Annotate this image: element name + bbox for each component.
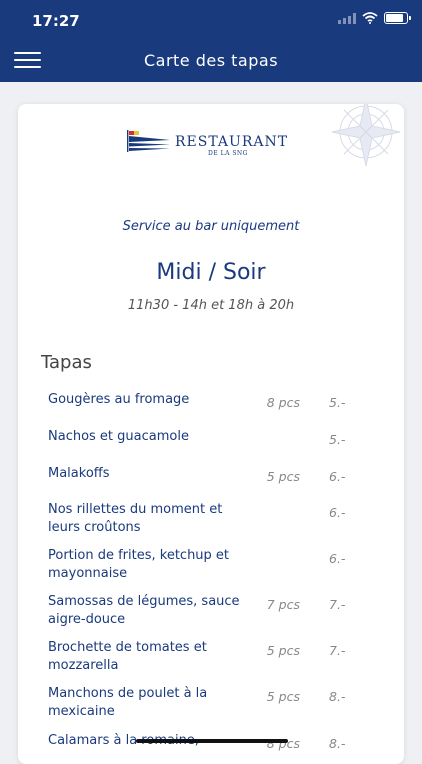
item-price: 8.- xyxy=(329,689,346,704)
item-name: Gougères au fromage xyxy=(48,392,190,407)
status-icons xyxy=(338,12,411,24)
item-name: Nos rillettes du moment et leurs croûton… xyxy=(48,502,223,535)
menu-card: RESTAURANT DE LA SNG Service au bar uniq… xyxy=(18,104,404,764)
hours-title: Midi / Soir xyxy=(156,260,266,285)
item-price: 6.- xyxy=(329,505,346,520)
item-quantity: 7 pcs xyxy=(266,597,300,612)
app-header: 17:27 Carte des tapas xyxy=(0,0,422,82)
item-name: Manchons de poulet à la mexicaine xyxy=(48,686,208,719)
item-price: 5.- xyxy=(329,432,346,447)
item-quantity: 5 pcs xyxy=(266,643,300,658)
item-price: 6.- xyxy=(329,551,346,566)
section-title: Tapas xyxy=(41,352,92,373)
item-name: Brochette de tomates et mozzarella xyxy=(48,640,207,673)
logo-subtitle: DE LA SNG xyxy=(208,150,248,157)
battery-icon xyxy=(384,12,411,24)
item-quantity: 5 pcs xyxy=(266,469,300,484)
item-price: 5.- xyxy=(329,395,346,410)
item-name: Portion de frites, ketchup et mayonnaise xyxy=(48,548,230,581)
item-price: 7.- xyxy=(329,643,346,658)
item-quantity: 5 pcs xyxy=(266,689,300,704)
service-note: Service au bar uniquement xyxy=(122,219,300,234)
wifi-icon xyxy=(362,12,378,24)
item-price: 8.- xyxy=(329,736,346,751)
item-price: 7.- xyxy=(329,597,346,612)
flag-logo-icon xyxy=(127,130,170,152)
status-time: 17:27 xyxy=(32,12,80,30)
compass-rose-icon xyxy=(331,104,401,167)
signal-icon xyxy=(338,12,356,24)
hours-time: 11h30 - 14h et 18h à 20h xyxy=(127,298,295,313)
restaurant-logo: RESTAURANT DE LA SNG xyxy=(126,130,296,158)
item-name: Nachos et guacamole xyxy=(48,429,189,444)
home-indicator[interactable] xyxy=(136,739,288,743)
page-title: Carte des tapas xyxy=(143,51,279,70)
item-name: Samossas de légumes, sauce aigre-douce xyxy=(48,594,240,627)
item-name: Malakoffs xyxy=(48,466,110,481)
item-price: 6.- xyxy=(329,469,346,484)
logo-name: RESTAURANT xyxy=(175,134,289,150)
item-quantity: 8 pcs xyxy=(266,395,300,410)
